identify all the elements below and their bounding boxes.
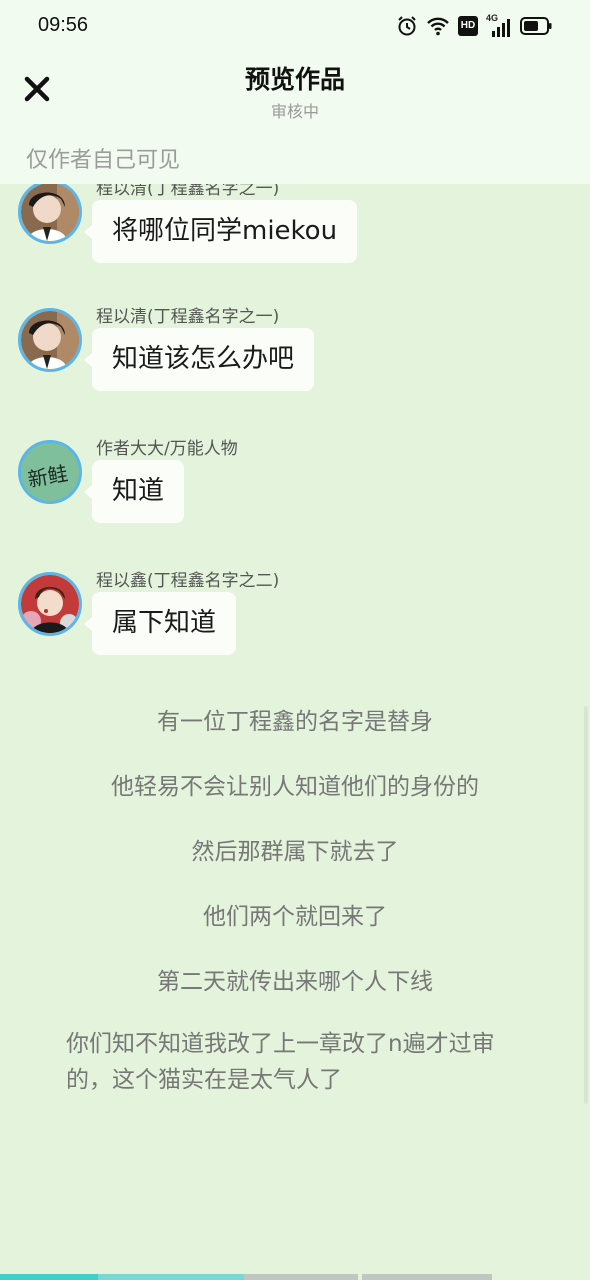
review-status: 审核中 [270,102,319,121]
battery-icon [520,17,552,35]
narration-line: 你们知不知道我改了上一章改了n遍才过审的，这个猫实在是太气人了 [66,1031,495,1093]
narration-line: 他轻易不会让别人知道他们的身份的 [111,774,479,800]
narration-line: 第二天就传出来哪个人下线 [157,969,433,995]
page-title: 预览作品 [244,65,345,94]
message-bubble: 知道 [83,460,185,523]
visibility-notice: 仅作者自己可见 [0,132,590,184]
message-bubble: 属下知道 [83,592,237,655]
chat-content[interactable]: 程以清(丁程鑫名字之一) 将哪位同学miekou 程以清(丁程鑫名字之一) 知道… [0,184,590,1274]
narration-line: 然后那群属下就去了 [191,839,399,865]
sender-name: 程以清(丁程鑫名字之一) [96,184,280,199]
sender-name: 程以清(丁程鑫名字之一) [96,307,280,327]
visibility-text: 仅作者自己可见 [26,148,181,173]
hd-icon: HD [458,16,478,36]
progress-segment [362,1274,492,1280]
narration-line: 他们两个就回来了 [203,904,387,930]
status-icons: HD 4G [396,13,552,38]
message-bubble: 知道该怎么办吧 [83,328,315,391]
status-time: 09:56 [38,14,89,36]
message-bubble: 将哪位同学miekou [83,200,358,263]
header: 预览作品 审核中 [0,52,590,132]
avatar[interactable] [18,184,82,244]
avatar[interactable] [18,572,82,636]
avatar[interactable] [18,308,82,372]
status-bar: 09:56 HD 4G [0,0,590,52]
sender-name: 程以鑫(丁程鑫名字之二) [96,571,280,591]
alarm-icon [396,15,418,37]
reading-progress-bar [0,1274,590,1280]
progress-segment [0,1274,98,1280]
narration-line: 有一位丁程鑫的名字是替身 [157,709,433,735]
scrollbar[interactable] [584,706,588,1104]
signal-4g-icon: 4G [486,13,512,37]
progress-segment [244,1274,358,1280]
wifi-icon [426,16,450,36]
sender-name: 作者大大/万能人物 [96,439,238,459]
progress-segment [98,1274,244,1280]
avatar[interactable]: 新鲑 [18,440,82,504]
